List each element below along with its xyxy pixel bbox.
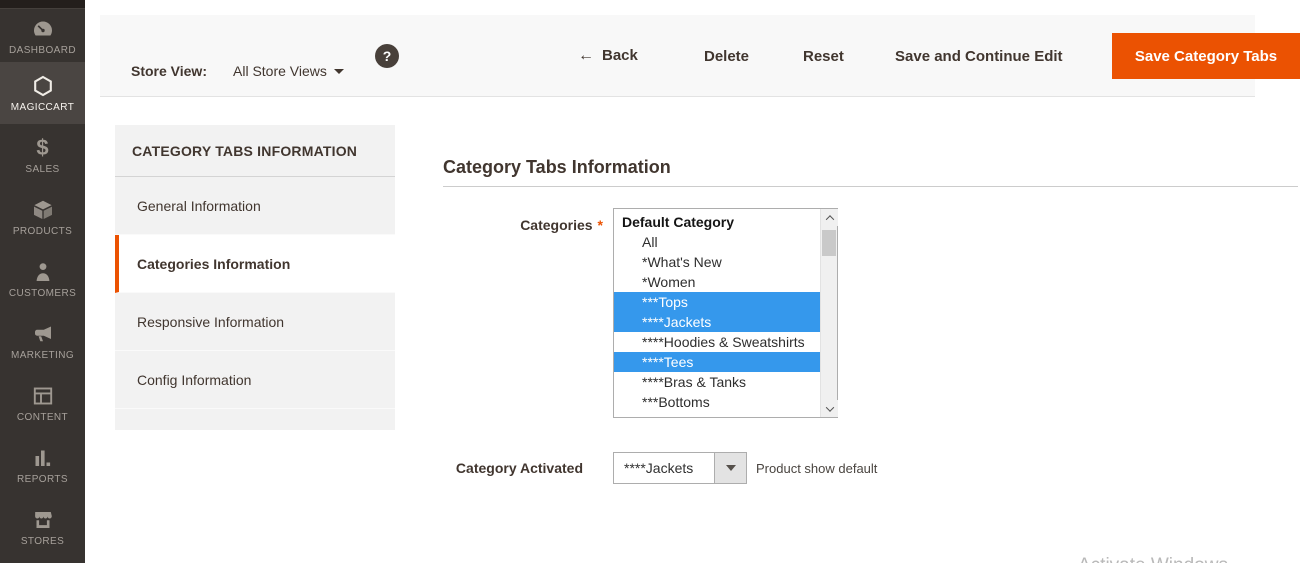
- chevron-down-icon: [726, 465, 736, 471]
- scrollbar-thumb[interactable]: [822, 230, 836, 256]
- sidebar-item-label: MAGICCART: [11, 102, 74, 113]
- tabs-panel-header: CATEGORY TABS INFORMATION: [115, 125, 395, 177]
- sidebar-item-magiccart[interactable]: MAGICCART: [0, 62, 85, 124]
- categories-option-list: Default Category All *What's New *Women …: [614, 212, 820, 412]
- sidebar-item-customers[interactable]: CUSTOMERS: [0, 248, 85, 310]
- chevron-down-icon: [334, 69, 344, 74]
- save-category-tabs-button[interactable]: Save Category Tabs: [1112, 33, 1300, 79]
- store-view-control: Store View: All Store Views: [131, 63, 344, 79]
- store-view-switcher[interactable]: All Store Views: [233, 63, 344, 79]
- title-divider: [443, 186, 1298, 187]
- required-asterisk: *: [598, 217, 603, 233]
- category-activated-note: Product show default: [756, 461, 877, 476]
- store-view-label: Store View:: [131, 63, 207, 79]
- category-option-selected[interactable]: ****Tees: [614, 352, 820, 372]
- sidebar-item-label: PRODUCTS: [13, 226, 72, 237]
- category-activated-value: ****Jackets: [624, 453, 693, 483]
- category-option[interactable]: ****Hoodies & Sweatshirts: [614, 332, 820, 352]
- sidebar-item-label: MARKETING: [11, 350, 74, 361]
- category-activated-select[interactable]: ****Jackets: [613, 452, 747, 484]
- stores-icon: [30, 507, 56, 533]
- tab-general-information[interactable]: General Information: [115, 177, 395, 235]
- sidebar-item-content[interactable]: CONTENT: [0, 372, 85, 434]
- sidebar-item-label: STORES: [21, 536, 64, 547]
- scroll-down-icon[interactable]: [821, 400, 838, 417]
- sidebar-item-reports[interactable]: REPORTS: [0, 434, 85, 496]
- back-button-label: Back: [602, 47, 638, 64]
- magento-logo-strip: [0, 0, 85, 9]
- sidebar-item-label: SALES: [25, 164, 59, 175]
- categories-field-label: Categories*: [443, 217, 603, 233]
- magento-admin-page: DASHBOARD MAGICCART $ SALES PRODUCTS CUS…: [0, 0, 1315, 563]
- scroll-up-icon[interactable]: [821, 209, 838, 226]
- tab-config-information[interactable]: Config Information: [115, 351, 395, 409]
- store-view-value: All Store Views: [233, 63, 327, 79]
- top-margin: [85, 0, 1315, 15]
- page-actions-toolbar: Store View: All Store Views ? ← Back Dele…: [100, 15, 1255, 97]
- category-option[interactable]: *What's New: [614, 252, 820, 272]
- sidebar-item-stores[interactable]: STORES: [0, 496, 85, 558]
- category-option[interactable]: *Women: [614, 272, 820, 292]
- admin-sidebar: DASHBOARD MAGICCART $ SALES PRODUCTS CUS…: [0, 0, 85, 563]
- page-title: Category Tabs Information: [443, 157, 671, 178]
- category-option[interactable]: ***Bottoms: [614, 392, 820, 412]
- select-arrow-button[interactable]: [714, 453, 746, 483]
- category-option-selected[interactable]: ****Jackets: [614, 312, 820, 332]
- delete-button[interactable]: Delete: [704, 47, 749, 65]
- back-button[interactable]: ← Back: [578, 47, 638, 65]
- sidebar-item-label: DASHBOARD: [9, 45, 76, 56]
- listbox-scrollbar[interactable]: [820, 209, 837, 417]
- reset-button[interactable]: Reset: [803, 47, 844, 65]
- category-option[interactable]: ****Bras & Tanks: [614, 372, 820, 392]
- sidebar-item-label: CONTENT: [17, 412, 68, 423]
- category-option[interactable]: Default Category: [614, 212, 820, 232]
- products-icon: [30, 197, 56, 223]
- save-and-continue-button[interactable]: Save and Continue Edit: [895, 47, 1063, 65]
- marketing-icon: [30, 321, 56, 347]
- sidebar-item-dashboard[interactable]: DASHBOARD: [0, 9, 85, 62]
- watermark-clip: Activate Windows: [1078, 555, 1298, 563]
- tab-categories-information[interactable]: Categories Information: [115, 235, 395, 293]
- category-option-selected[interactable]: ***Tops: [614, 292, 820, 312]
- category-activated-label: Category Activated: [423, 460, 583, 476]
- arrow-left-icon: ←: [578, 47, 594, 64]
- sidebar-item-label: CUSTOMERS: [9, 288, 76, 299]
- sidebar-item-products[interactable]: PRODUCTS: [0, 186, 85, 248]
- sales-icon: $: [30, 135, 56, 161]
- sidebar-item-label: REPORTS: [17, 474, 68, 485]
- activate-windows-watermark: Activate Windows: [1078, 555, 1228, 563]
- magiccart-icon: [30, 73, 56, 99]
- help-icon[interactable]: ?: [375, 44, 399, 68]
- sidebar-item-marketing[interactable]: MARKETING: [0, 310, 85, 372]
- dashboard-icon: [30, 16, 56, 42]
- categories-multiselect[interactable]: Default Category All *What's New *Women …: [613, 208, 838, 418]
- tab-responsive-information[interactable]: Responsive Information: [115, 293, 395, 351]
- sidebar-item-sales[interactable]: $ SALES: [0, 124, 85, 186]
- content-icon: [30, 383, 56, 409]
- customers-icon: [30, 259, 56, 285]
- category-tabs-nav-panel: CATEGORY TABS INFORMATION General Inform…: [115, 125, 395, 430]
- reports-icon: [30, 445, 56, 471]
- category-option[interactable]: All: [614, 232, 820, 252]
